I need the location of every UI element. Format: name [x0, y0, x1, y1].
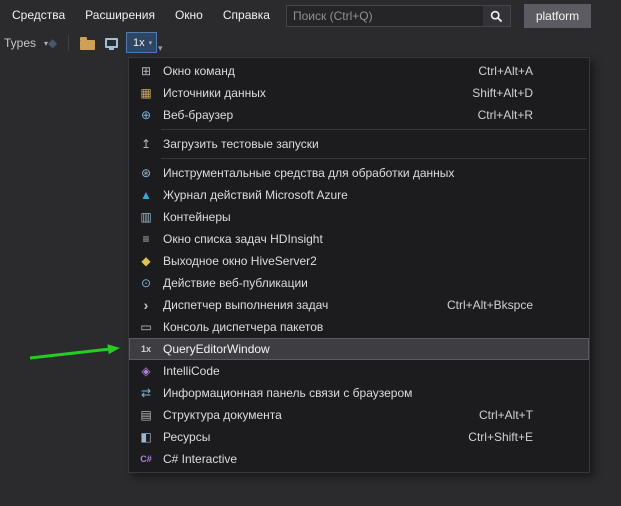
csharp-interactive-icon: C# [129, 448, 163, 470]
menu-item-document-outline[interactable]: ▤ Структура документа Ctrl+Alt+T [129, 404, 589, 426]
menu-item-intellicode[interactable]: ◈ IntelliCode [129, 360, 589, 382]
menu-item-label: Окно списка задач HDInsight [163, 232, 323, 246]
menu-item-csharp-interactive[interactable]: C# C# Interactive [129, 448, 589, 470]
menu-item-shortcut: Ctrl+Alt+R [478, 108, 589, 122]
search-icon [490, 10, 503, 23]
arrow-line [30, 349, 110, 358]
menu-item-label: Загрузить тестовые запуски [163, 137, 319, 151]
hiveserver2-output-icon: ◆ [129, 250, 163, 272]
menu-item-label: C# Interactive [163, 452, 237, 466]
menu-tools[interactable]: Средства [2, 0, 75, 30]
menu-item-label: Журнал действий Microsoft Azure [163, 188, 348, 202]
menu-item-label: Веб-браузер [163, 108, 233, 122]
browser-link-icon: ⇄ [129, 382, 163, 404]
menu-item-label: Информационная панель связи с браузером [163, 386, 412, 400]
menu-item-containers[interactable]: ▥ Контейнеры [129, 206, 589, 228]
menu-item-hiveserver2-output[interactable]: ◆ Выходное окно HiveServer2 [129, 250, 589, 272]
platform-button[interactable]: platform [524, 4, 591, 28]
menu-item-web-browser[interactable]: ⊕ Веб-браузер Ctrl+Alt+R [129, 104, 589, 126]
menu-item-task-runner-explorer[interactable]: › Диспетчер выполнения задач Ctrl+Alt+Bk… [129, 294, 589, 316]
menu-item-shortcut: Shift+Alt+D [472, 86, 589, 100]
menu-item-label: QueryEditorWindow [163, 342, 270, 356]
window-menu-dropdown: ⊞ Окно команд Ctrl+Alt+A ▦ Источники дан… [128, 57, 590, 473]
menu-item-resources[interactable]: ◧ Ресурсы Ctrl+Shift+E [129, 426, 589, 448]
intellicode-icon: ◈ [129, 360, 163, 382]
search-input[interactable] [287, 6, 483, 26]
quick-search-box [286, 5, 511, 27]
menu-item-hdinsight-task-list[interactable]: ≡ Окно списка задач HDInsight [129, 228, 589, 250]
menu-item-shortcut: Ctrl+Alt+Bkspce [447, 298, 589, 312]
web-browser-icon: ⊕ [129, 104, 163, 126]
web-publish-icon: ⊙ [129, 272, 163, 294]
toolbar: Types ▾ ◆ 1x ▾ ▾ [0, 30, 621, 57]
menu-separator [161, 129, 587, 130]
menu-item-label: Структура документа [163, 408, 282, 422]
menu-item-shortcut: Ctrl+Alt+T [479, 408, 589, 422]
menu-item-label: Инструментальные средства для обработки … [163, 166, 454, 180]
menu-item-label: Окно команд [163, 64, 235, 78]
menu-help[interactable]: Справка [213, 0, 280, 30]
menu-item-label: Источники данных [163, 86, 266, 100]
toolbar-separator [68, 35, 69, 51]
folder-icon[interactable] [80, 40, 95, 50]
menu-item-data-sources[interactable]: ▦ Источники данных Shift+Alt+D [129, 82, 589, 104]
menu-separator [161, 158, 587, 159]
menu-item-data-processing-tools[interactable]: ⊛ Инструментальные средства для обработк… [129, 162, 589, 184]
menu-item-shortcut: Ctrl+Alt+A [478, 64, 589, 78]
document-outline-icon: ▤ [129, 404, 163, 426]
search-button[interactable] [483, 6, 510, 26]
resources-icon: ◧ [129, 426, 163, 448]
menu-item-web-publish-action[interactable]: ⊙ Действие веб-публикации [129, 272, 589, 294]
disabled-tool-icon: ◆ [48, 36, 57, 50]
screen-icon[interactable] [105, 38, 118, 48]
menu-item-azure-activity-log[interactable]: ▲ Журнал действий Microsoft Azure [129, 184, 589, 206]
package-manager-console-icon: ▭ [129, 316, 163, 338]
types-combobox[interactable]: Types ▾ [0, 32, 48, 54]
menu-item-label: Ресурсы [163, 430, 210, 444]
menu-item-label: IntelliCode [163, 364, 220, 378]
azure-activity-log-icon: ▲ [129, 184, 163, 206]
menu-item-label: Консоль диспетчера пакетов [163, 320, 323, 334]
menu-item-label: Диспетчер выполнения задач [163, 298, 328, 312]
query-editor-icon: 1x [129, 338, 163, 360]
chevron-down-icon: ▾ [149, 39, 153, 47]
command-window-icon: ⊞ [129, 60, 163, 82]
menu-item-query-editor-window[interactable]: 1x QueryEditorWindow [129, 338, 589, 360]
task-runner-icon: › [129, 294, 163, 316]
scale-1x-label: 1x [133, 37, 145, 49]
menu-item-label: Выходное окно HiveServer2 [163, 254, 317, 268]
scale-1x-button[interactable]: 1x ▾ [126, 32, 157, 53]
menu-item-browser-link-dashboard[interactable]: ⇄ Информационная панель связи с браузеро… [129, 382, 589, 404]
menu-item-label: Контейнеры [163, 210, 231, 224]
menu-window[interactable]: Окно [165, 0, 213, 30]
hdinsight-task-list-icon: ≡ [129, 228, 163, 250]
menu-item-command-window[interactable]: ⊞ Окно команд Ctrl+Alt+A [129, 60, 589, 82]
containers-icon: ▥ [129, 206, 163, 228]
menu-item-load-test-runs[interactable]: ↥ Загрузить тестовые запуски [129, 133, 589, 155]
data-processing-tools-icon: ⊛ [129, 162, 163, 184]
menu-item-package-manager-console[interactable]: ▭ Консоль диспетчера пакетов [129, 316, 589, 338]
types-combobox-label: Types [0, 36, 36, 50]
load-test-runs-icon: ↥ [129, 133, 163, 155]
toolbar-overflow-button[interactable]: ▾ [158, 43, 163, 54]
menu-item-label: Действие веб-публикации [163, 276, 308, 290]
menu-item-shortcut: Ctrl+Shift+E [468, 430, 589, 444]
menu-extensions[interactable]: Расширения [75, 0, 165, 30]
vs-window: Средства Расширения Окно Справка platfor… [0, 0, 621, 506]
data-sources-icon: ▦ [129, 82, 163, 104]
